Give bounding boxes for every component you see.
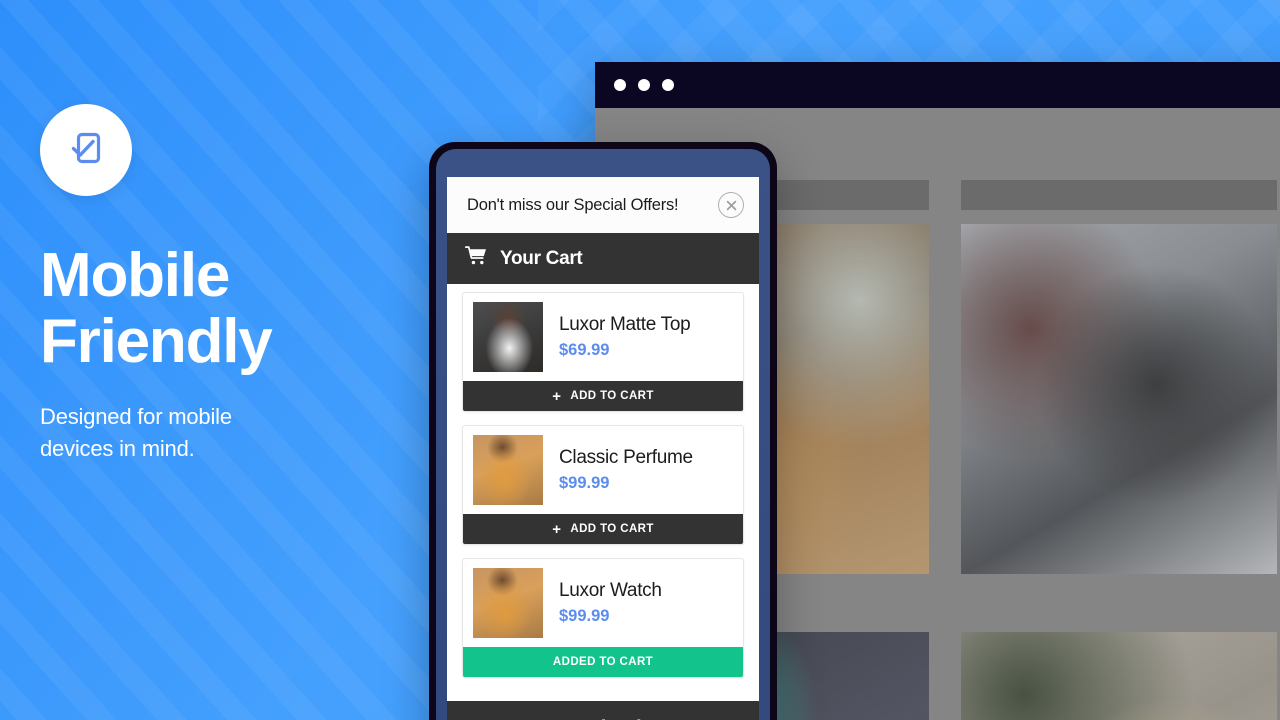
cart-item[interactable]: Luxor Watch $99.99 ADDED TO CART — [462, 558, 744, 678]
fossil-watch-photo — [961, 224, 1277, 574]
cart-item[interactable]: Classic Perfume $99.99 + ADD TO CART — [462, 425, 744, 545]
plus-icon: + — [552, 520, 562, 538]
product-card-title-placeholder — [961, 180, 1277, 210]
cart-item-name: Luxor Watch — [559, 580, 662, 601]
gabrielle-chanel-perfume-photo — [961, 632, 1277, 720]
page-title: Mobile Friendly — [40, 241, 273, 376]
cart-item-info: Luxor Matte Top $69.99 — [559, 314, 691, 360]
browser-dot-close-icon[interactable] — [614, 79, 626, 91]
promo-banner: Don't miss our Special Offers! Your Cart… — [0, 0, 1280, 720]
phone-screen: Don't miss our Special Offers! Your Cart… — [447, 177, 759, 720]
product-card-footer-placeholder — [961, 574, 1277, 600]
luxor-matte-top-thumbnail — [473, 302, 543, 372]
luxor-watch-thumbnail — [473, 568, 543, 638]
cart-item-price: $99.99 — [559, 607, 610, 625]
cart-item-name: Classic Perfume — [559, 447, 693, 468]
browser-dot-maximize-icon[interactable] — [662, 79, 674, 91]
plus-icon: + — [552, 387, 562, 405]
add-to-cart-label: ADD TO CART — [570, 523, 654, 535]
add-to-cart-label: ADD TO CART — [570, 390, 654, 402]
cart-item-main: Luxor Watch $99.99 — [463, 559, 743, 647]
photo-overlay — [961, 224, 1277, 574]
close-circle-icon[interactable] — [718, 192, 744, 218]
cart-item-price: $69.99 — [559, 341, 610, 359]
special-offers-bar: Don't miss our Special Offers! — [447, 177, 759, 233]
cart-item-main: Luxor Matte Top $69.99 — [463, 293, 743, 381]
cart-item-main: Classic Perfume $99.99 — [463, 426, 743, 514]
cart-items-list: Luxor Matte Top $69.99 + ADD TO CART Cla… — [447, 284, 759, 701]
product-card[interactable] — [961, 632, 1277, 720]
cart-item-info: Luxor Watch $99.99 — [559, 580, 662, 626]
cart-item[interactable]: Luxor Matte Top $69.99 + ADD TO CART — [462, 292, 744, 412]
mobile-check-icon — [64, 126, 108, 175]
added-to-cart-label: ADDED TO CART — [552, 656, 654, 668]
shopping-cart-icon — [464, 246, 487, 271]
mobile-check-icon-badge — [40, 104, 132, 196]
cart-item-info: Classic Perfume $99.99 — [559, 447, 693, 493]
phone-mockup: Don't miss our Special Offers! Your Cart… — [429, 142, 777, 720]
special-offers-text: Don't miss our Special Offers! — [467, 195, 679, 214]
product-card[interactable] — [961, 180, 1277, 600]
hero-block: Mobile Friendly Designed for mobile devi… — [40, 104, 400, 465]
page-subtitle: Designed for mobile devices in mind. — [40, 404, 232, 461]
browser-dot-minimize-icon[interactable] — [638, 79, 650, 91]
add-to-cart-button[interactable]: + ADD TO CART — [463, 514, 743, 544]
cart-item-name: Luxor Matte Top — [559, 314, 691, 335]
add-to-cart-button[interactable]: + ADD TO CART — [463, 381, 743, 411]
photo-overlay — [961, 632, 1277, 720]
cart-header: Your Cart — [447, 233, 759, 284]
cart-title: Your Cart — [500, 247, 583, 269]
browser-titlebar — [595, 62, 1280, 108]
go-to-checkout-button[interactable]: Go to Checkout — [447, 701, 759, 720]
phone-bezel: Don't miss our Special Offers! Your Cart… — [436, 149, 770, 720]
classic-perfume-thumbnail — [473, 435, 543, 505]
cart-item-price: $99.99 — [559, 474, 610, 492]
added-to-cart-button[interactable]: ADDED TO CART — [463, 647, 743, 677]
